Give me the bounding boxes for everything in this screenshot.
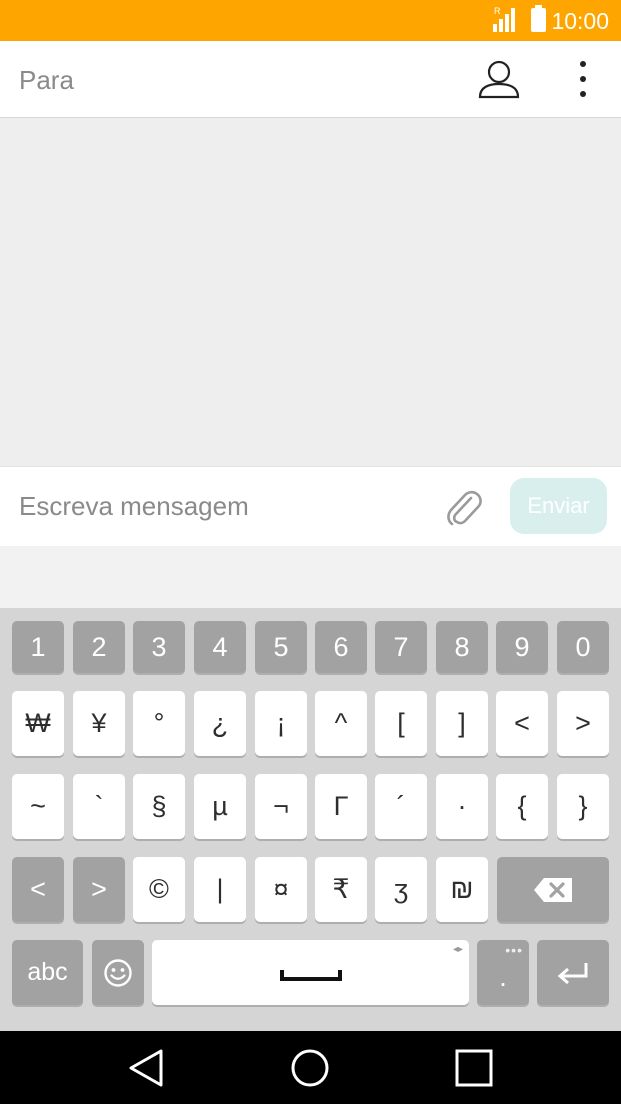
space-key[interactable]: ◂▸ xyxy=(152,940,469,1005)
space-icon xyxy=(279,970,342,981)
key-greater-than[interactable]: > xyxy=(557,691,609,756)
abc-key[interactable]: abc xyxy=(12,940,83,1005)
key-degree[interactable]: ° xyxy=(133,691,185,756)
period-label: . xyxy=(499,962,507,992)
key-2[interactable]: 2 xyxy=(73,621,125,673)
key-6[interactable]: 6 xyxy=(315,621,367,673)
key-yen[interactable]: ¥ xyxy=(73,691,125,756)
key-1[interactable]: 1 xyxy=(12,621,64,673)
key-3[interactable]: 3 xyxy=(133,621,185,673)
cursor-arrows-hint: ◂▸ xyxy=(452,944,463,955)
key-ezh[interactable]: ʒ xyxy=(375,857,427,922)
backspace-icon xyxy=(534,877,572,902)
key-left-brace[interactable]: { xyxy=(496,774,548,839)
key-right-brace[interactable]: } xyxy=(557,774,609,839)
key-left-bracket[interactable]: [ xyxy=(375,691,427,756)
roaming-indicator: R xyxy=(494,6,501,16)
message-input[interactable]: Escreva mensagem xyxy=(19,491,249,522)
person-icon[interactable] xyxy=(476,57,522,103)
paperclip-icon[interactable] xyxy=(444,486,484,528)
key-page-next[interactable]: > xyxy=(73,857,125,922)
status-bar: R 10:00 xyxy=(0,0,621,41)
period-key[interactable]: ••• . xyxy=(477,940,529,1005)
key-section[interactable]: § xyxy=(133,774,185,839)
recipient-header: Para xyxy=(0,41,621,118)
key-gamma[interactable]: Γ xyxy=(315,774,367,839)
recents-square-icon[interactable] xyxy=(451,1045,497,1091)
conversation-area xyxy=(0,118,621,466)
key-less-than[interactable]: < xyxy=(496,691,548,756)
compose-bar: Escreva mensagem Enviar xyxy=(0,466,621,547)
enter-icon xyxy=(557,962,588,984)
key-inverted-exclamation[interactable]: ¡ xyxy=(255,691,307,756)
key-rupee[interactable]: ₹ xyxy=(315,857,367,922)
key-micro[interactable]: µ xyxy=(194,774,246,839)
signal-icon: R xyxy=(493,6,521,32)
key-5[interactable]: 5 xyxy=(255,621,307,673)
key-backtick[interactable]: ` xyxy=(73,774,125,839)
keyboard: 1 2 3 4 5 6 7 8 9 0 ₩ ¥ ° ¿ ¡ ^ [ ] < > … xyxy=(0,608,621,1031)
key-won[interactable]: ₩ xyxy=(12,691,64,756)
key-caret[interactable]: ^ xyxy=(315,691,367,756)
key-page-prev[interactable]: < xyxy=(12,857,64,922)
emoji-icon xyxy=(104,958,132,987)
emoji-key[interactable] xyxy=(92,940,144,1005)
enter-key[interactable] xyxy=(537,940,609,1005)
back-triangle-icon[interactable] xyxy=(123,1045,169,1091)
key-tilde[interactable]: ~ xyxy=(12,774,64,839)
key-not-sign[interactable]: ¬ xyxy=(255,774,307,839)
battery-icon xyxy=(531,5,546,32)
key-9[interactable]: 9 xyxy=(496,621,548,673)
key-8[interactable]: 8 xyxy=(436,621,488,673)
send-button[interactable]: Enviar xyxy=(510,478,607,534)
key-4[interactable]: 4 xyxy=(194,621,246,673)
recipient-input[interactable]: Para xyxy=(19,65,74,96)
key-shekel[interactable]: ₪ xyxy=(436,857,488,922)
clock: 10:00 xyxy=(551,8,609,34)
more-vert-icon[interactable] xyxy=(568,57,598,103)
key-inverted-question[interactable]: ¿ xyxy=(194,691,246,756)
key-7[interactable]: 7 xyxy=(375,621,427,673)
suggestion-strip xyxy=(0,546,621,608)
backspace-key[interactable] xyxy=(497,857,609,922)
key-middle-dot[interactable]: · xyxy=(436,774,488,839)
key-copyright[interactable]: © xyxy=(133,857,185,922)
key-0[interactable]: 0 xyxy=(557,621,609,673)
more-symbols-hint: ••• xyxy=(505,942,523,958)
key-right-bracket[interactable]: ] xyxy=(436,691,488,756)
key-currency[interactable]: ¤ xyxy=(255,857,307,922)
key-acute[interactable]: ´ xyxy=(375,774,427,839)
navigation-bar xyxy=(0,1031,621,1104)
key-pipe[interactable]: | xyxy=(194,857,246,922)
home-circle-icon[interactable] xyxy=(287,1045,333,1091)
